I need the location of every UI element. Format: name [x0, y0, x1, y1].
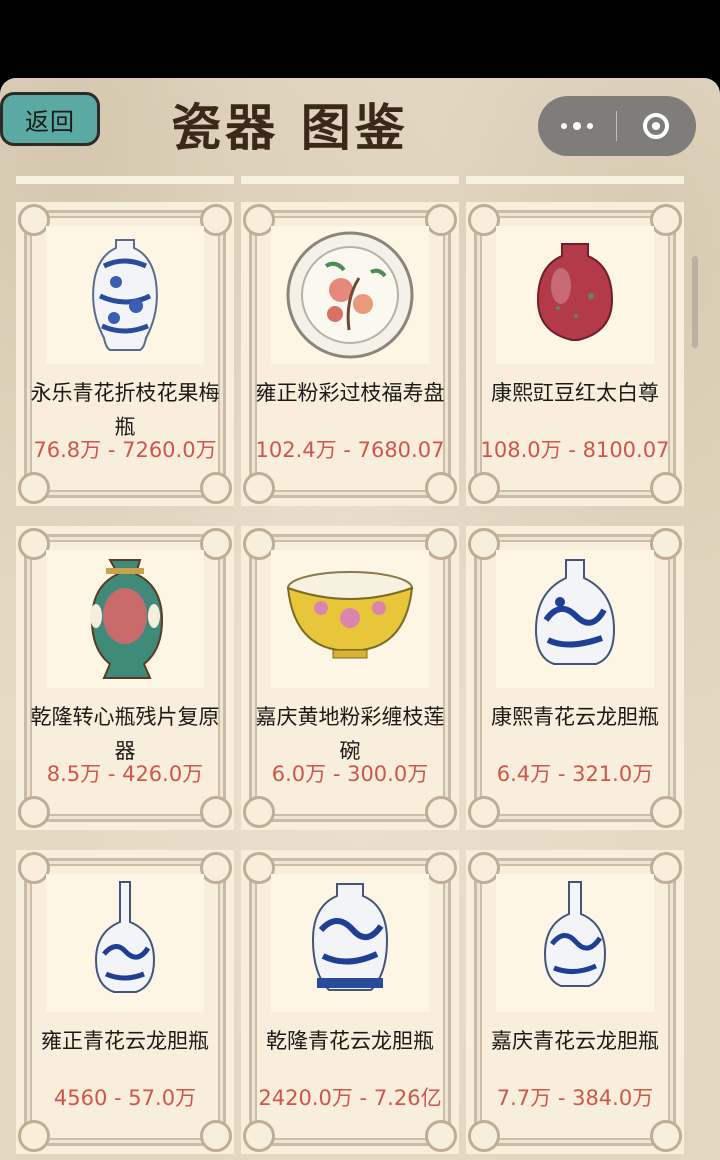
dragon-vase-image: [271, 874, 429, 1012]
peachbloom-vase-image: [496, 226, 654, 364]
status-bar: [0, 0, 720, 80]
item-price: 4560 - 57.0万: [53, 1086, 197, 1110]
item-card[interactable]: 雍正青花云龙胆瓶 4560 - 57.0万: [16, 850, 234, 1154]
item-card[interactable]: 嘉庆青花云龙胆瓶 7.7万 - 384.0万: [466, 850, 684, 1154]
yellow-bowl-image: [271, 550, 429, 688]
item-price: 76.8万 - 7260.0万: [33, 438, 217, 462]
catalog-page: 返回 瓷器 图鉴 永乐青花折枝花果梅瓶 76.8万 - 7260.0万 雍正粉彩…: [0, 78, 720, 1160]
item-price: 2420.0万 - 7.26亿: [258, 1086, 442, 1110]
plum-vase-image: [46, 226, 204, 364]
revolving-vase-image: [46, 550, 204, 688]
item-card[interactable]: 康熙豇豆红太白尊 108.0万 - 8100.07: [466, 202, 684, 506]
item-card[interactable]: 乾隆青花云龙胆瓶 2420.0万 - 7.26亿: [241, 850, 459, 1154]
item-card[interactable]: 康熙青花云龙胆瓶 6.4万 - 321.0万: [466, 526, 684, 830]
previous-row-edges: [0, 176, 720, 184]
dragon-vase-image: [496, 874, 654, 1012]
item-name: 康熙青花云龙胆瓶: [491, 705, 659, 729]
item-price: 102.4万 - 7680.07: [255, 438, 445, 462]
item-price: 7.7万 - 384.0万: [496, 1086, 654, 1110]
dragon-vase-image: [46, 874, 204, 1012]
item-name: 嘉庆青花云龙胆瓶: [491, 1029, 659, 1053]
more-dots-icon[interactable]: [538, 122, 616, 130]
item-card[interactable]: 永乐青花折枝花果梅瓶 76.8万 - 7260.0万: [16, 202, 234, 506]
item-card[interactable]: 雍正粉彩过枝福寿盘 102.4万 - 7680.07: [241, 202, 459, 506]
item-price: 6.4万 - 321.0万: [496, 762, 654, 786]
miniprogram-capsule: [538, 96, 696, 156]
scrollbar[interactable]: [692, 256, 698, 348]
dragon-vase-image: [496, 550, 654, 688]
item-name: 雍正粉彩过枝福寿盘: [255, 381, 445, 405]
item-card[interactable]: 乾隆转心瓶残片复原器 8.5万 - 426.0万: [16, 526, 234, 830]
target-circle-icon[interactable]: [617, 113, 695, 139]
item-name: 雍正青花云龙胆瓶: [41, 1029, 209, 1053]
item-name: 乾隆青花云龙胆瓶: [266, 1029, 434, 1053]
plate-image: [271, 226, 429, 364]
item-price: 6.0万 - 300.0万: [271, 762, 429, 786]
item-price: 108.0万 - 8100.07: [480, 438, 670, 462]
item-name: 康熙豇豆红太白尊: [491, 381, 659, 405]
item-card[interactable]: 嘉庆黄地粉彩缠枝莲碗 6.0万 - 300.0万: [241, 526, 459, 830]
item-price: 8.5万 - 426.0万: [46, 762, 204, 786]
